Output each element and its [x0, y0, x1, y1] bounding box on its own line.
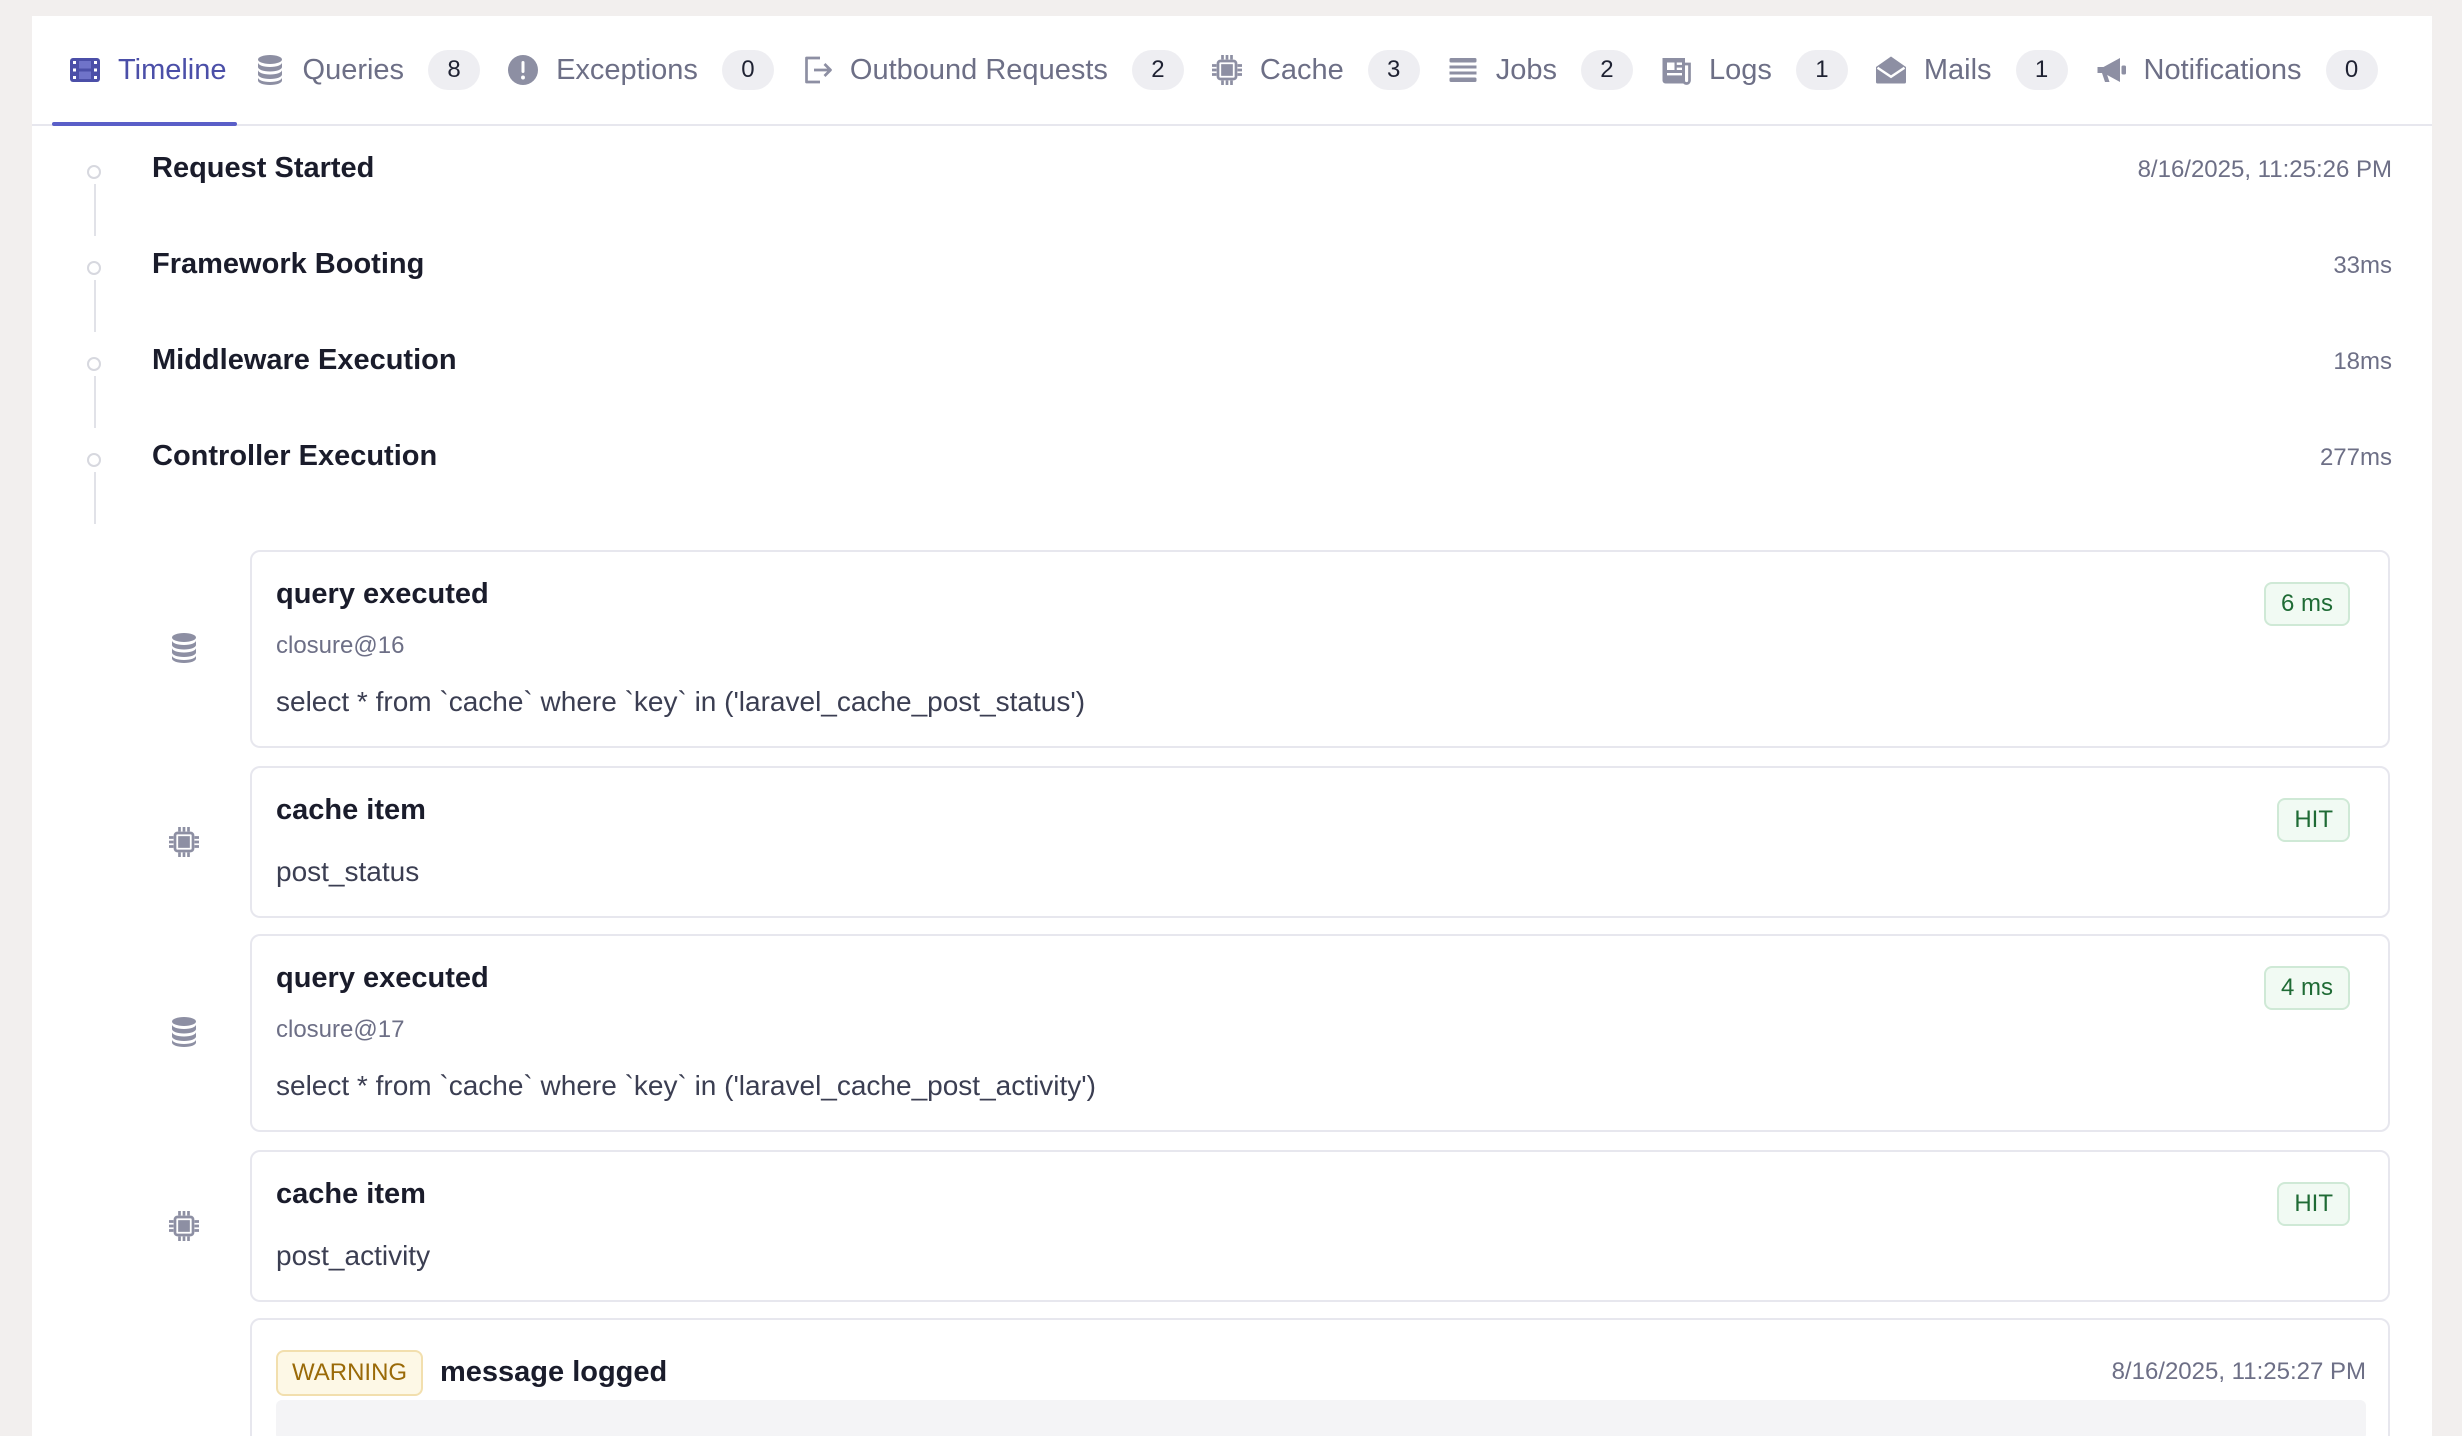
timeline-dot: [87, 165, 101, 179]
tab-timeline[interactable]: Timeline: [52, 16, 237, 126]
cache-hit-badge: HIT: [2277, 1182, 2350, 1226]
log-context-block: [276, 1400, 2366, 1436]
tab-bar: Timeline Queries 8 Exceptions 0 Outbound…: [32, 16, 2432, 126]
sql-statement: select * from `cache` where `key` in ('l…: [276, 1070, 1096, 1101]
stage-duration: 33ms: [2333, 252, 2392, 279]
tab-label: Outbound Requests: [849, 53, 1108, 86]
tab-count-badge: 0: [2325, 50, 2378, 90]
database-icon: [251, 51, 289, 89]
query-card[interactable]: query executed closure@17 select * from …: [250, 934, 2390, 1132]
chip-icon: [1208, 51, 1246, 89]
cache-card[interactable]: cache item post_status HIT: [250, 766, 2390, 918]
duration-badge: 6 ms: [2263, 582, 2350, 626]
timeline-stage: Request Started 8/16/2025, 11:25:26 PM: [32, 124, 2432, 236]
tab-count-badge: 0: [721, 50, 774, 90]
stage-title: Request Started: [152, 152, 375, 184]
megaphone-icon: [2092, 51, 2130, 89]
tab-jobs[interactable]: Jobs 2: [1432, 16, 1645, 124]
database-icon: [166, 630, 202, 666]
log-card[interactable]: WARNING message logged 8/16/2025, 11:25:…: [250, 1318, 2390, 1436]
cache-key: post_status: [276, 856, 420, 887]
tab-label: Cache: [1259, 53, 1344, 86]
stage-title: Controller Execution: [152, 440, 438, 472]
query-card[interactable]: query executed closure@16 select * from …: [250, 550, 2390, 748]
tab-count-badge: 3: [1367, 50, 1420, 90]
stage-duration: 18ms: [2333, 348, 2392, 375]
tab-label: Logs: [1708, 53, 1772, 86]
timeline-connector: [94, 472, 96, 524]
sql-statement: select * from `cache` where `key` in ('l…: [276, 686, 1086, 717]
tab-label: Jobs: [1495, 53, 1557, 86]
chip-icon: [166, 1208, 202, 1244]
duration-badge: 4 ms: [2263, 966, 2350, 1010]
stage-timestamp: 8/16/2025, 11:25:26 PM: [2137, 156, 2392, 183]
tab-notifications[interactable]: Notifications 0: [2080, 16, 2390, 124]
tab-count-badge: 2: [1131, 50, 1184, 90]
timeline-stage: Controller Execution 277ms: [32, 412, 2432, 524]
tab-label: Exceptions: [556, 53, 698, 86]
event-title: cache item: [276, 1178, 426, 1210]
event-source: closure@16: [276, 632, 405, 659]
tab-exceptions[interactable]: Exceptions 0: [492, 16, 786, 124]
stage-duration: 277ms: [2319, 444, 2392, 471]
tab-count-badge: 1: [1795, 50, 1848, 90]
timeline-stage: Framework Booting 33ms: [32, 220, 2432, 332]
event-title: message logged: [440, 1356, 668, 1388]
film-icon: [66, 51, 104, 89]
exit-icon: [798, 51, 836, 89]
tab-cache[interactable]: Cache 3: [1196, 16, 1432, 124]
request-detail-panel: Timeline Queries 8 Exceptions 0 Outbound…: [32, 16, 2432, 1436]
event-title: cache item: [276, 794, 426, 826]
tab-label: Queries: [302, 53, 405, 86]
tab-outbound-requests[interactable]: Outbound Requests 2: [786, 16, 1196, 124]
tab-count-badge: 1: [2015, 50, 2068, 90]
tab-logs[interactable]: Logs 1: [1645, 16, 1860, 124]
cache-key: post_activity: [276, 1240, 431, 1271]
tab-label: Mails: [1923, 53, 1992, 86]
envelope-open-icon: [1872, 51, 1910, 89]
timeline-dot: [87, 261, 101, 275]
tab-count-badge: 8: [428, 50, 481, 90]
timeline-dot: [87, 357, 101, 371]
event-title: query executed: [276, 962, 489, 994]
cache-card[interactable]: cache item post_activity HIT: [250, 1150, 2390, 1302]
tab-label: Timeline: [118, 53, 227, 86]
timeline-dot: [87, 453, 101, 467]
newspaper-icon: [1657, 51, 1695, 89]
log-timestamp: 8/16/2025, 11:25:27 PM: [2111, 1358, 2366, 1385]
tab-mails[interactable]: Mails 1: [1860, 16, 2080, 124]
event-source: closure@17: [276, 1016, 405, 1043]
queue-icon: [1444, 51, 1482, 89]
tab-label: Notifications: [2143, 53, 2302, 86]
stage-title: Middleware Execution: [152, 344, 457, 376]
log-level-badge: WARNING: [276, 1350, 424, 1396]
tab-queries[interactable]: Queries 8: [243, 16, 493, 124]
chip-icon: [166, 824, 202, 860]
cache-hit-badge: HIT: [2277, 798, 2350, 842]
timeline-stage: Middleware Execution 18ms: [32, 316, 2432, 428]
stage-title: Framework Booting: [152, 248, 425, 280]
tab-count-badge: 2: [1580, 50, 1633, 90]
event-title: query executed: [276, 578, 489, 610]
exclamation-icon: [504, 51, 542, 89]
database-icon: [166, 1014, 202, 1050]
